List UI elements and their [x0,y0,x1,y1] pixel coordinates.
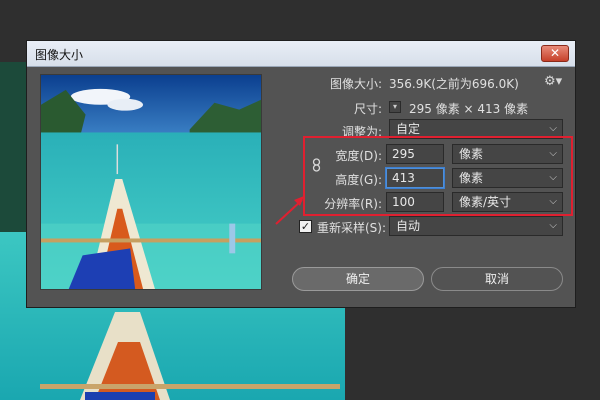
close-button[interactable]: ✕ [541,45,569,62]
cancel-button[interactable]: 取消 [431,267,563,291]
dialog-titlebar[interactable]: 图像大小 ✕ [27,41,575,67]
gear-icon[interactable]: ⚙▾ [544,74,562,89]
annotation-arrow-icon [275,196,304,225]
image-size-value: 356.9K(之前为696.0K) [389,77,519,91]
dimensions-dropdown-button[interactable]: ▾ [389,101,401,113]
fit-to-value: 自定 [396,122,421,136]
ok-button[interactable]: 确定 [292,267,424,291]
image-preview[interactable] [40,74,262,290]
dimensions-value: 295 像素 × 413 像素 [409,102,529,116]
annotation-highlight-box [303,136,573,216]
image-size-label: 图像大小: [329,77,382,91]
dimensions-label: 尺寸: [353,102,382,116]
dialog-title: 图像大小 [35,48,84,62]
chevron-down-icon: ▾ [392,102,397,111]
resample-select[interactable]: 自动 ⌵ [389,216,563,236]
resample-label: 重新采样(S): [317,221,387,235]
resample-value: 自动 [396,219,421,233]
chevron-down-icon: ⌵ [549,220,557,231]
